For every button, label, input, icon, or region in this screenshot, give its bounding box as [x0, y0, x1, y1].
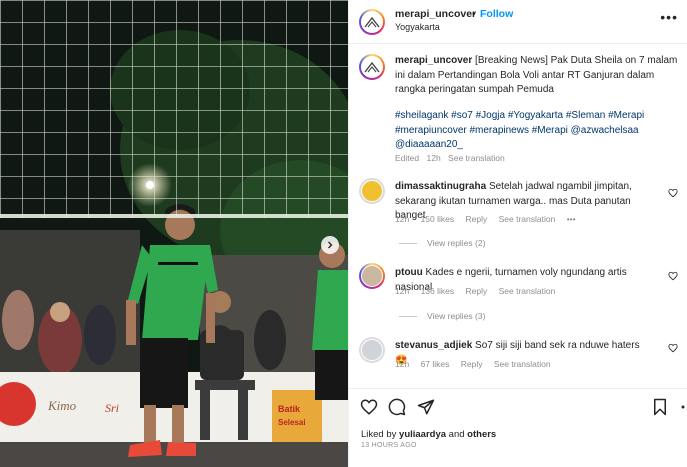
see-translation-link[interactable]: See translation: [448, 153, 505, 163]
heart-icon[interactable]: [360, 398, 378, 416]
carousel-next-button[interactable]: [321, 236, 339, 254]
avatar[interactable]: [359, 54, 385, 80]
share-icon[interactable]: [417, 398, 435, 416]
see-translation-link[interactable]: See translation: [499, 286, 556, 296]
banner-text: Kimo: [47, 398, 77, 413]
banner-text: Sri: [105, 401, 119, 415]
comment-likes[interactable]: 67 likes: [421, 359, 450, 369]
post-time: 12h: [426, 153, 441, 163]
more-icon[interactable]: [678, 398, 687, 416]
comment-meta: 12h 136 likes Reply See translation: [395, 286, 564, 296]
comment-likes[interactable]: 150 likes: [421, 214, 455, 224]
comment-time: 12h: [395, 286, 410, 296]
post-timestamp[interactable]: 13 HOURS AGO: [361, 442, 417, 449]
mountain-logo-icon: [364, 16, 380, 28]
heart-icon[interactable]: [668, 343, 678, 353]
post-media[interactable]: Kimo Sri Batik Selesai: [0, 0, 348, 467]
comment-username[interactable]: stevanus_adjiek: [395, 340, 472, 351]
more-options-button[interactable]: •••: [660, 9, 678, 25]
comment-time: 12h: [395, 359, 410, 369]
avatar-image: [361, 180, 383, 202]
banner-text: Selesai: [278, 418, 306, 427]
reply-thread-line: [399, 243, 417, 245]
heart-icon[interactable]: [668, 188, 678, 198]
comment-meta: 12h 150 likes Reply See translation •••: [395, 214, 585, 224]
post-header: merapi_uncover • Follow Yogyakarta •••: [349, 0, 687, 44]
post-username[interactable]: merapi_uncover: [395, 8, 476, 20]
post-actions: Liked by yuliaardya and others 13 HOURS …: [349, 388, 687, 467]
liked-by[interactable]: Liked by yuliaardya and others: [361, 429, 496, 440]
comment-likes[interactable]: 136 likes: [421, 286, 455, 296]
post-meta: Edited 12h See translation: [395, 153, 510, 163]
caption-hashtags[interactable]: #sheilagank #so7 #Jogja #Yogyakarta #Sle…: [395, 109, 681, 153]
avatar[interactable]: [359, 178, 385, 204]
comment-body: So7 siji siji band sek ra nduwe haters: [475, 340, 640, 351]
follow-button[interactable]: Follow: [480, 8, 513, 20]
comment-time: 12h: [395, 214, 410, 224]
avatar[interactable]: [359, 263, 385, 289]
see-translation-link[interactable]: See translation: [499, 214, 556, 224]
reply-button[interactable]: Reply: [466, 286, 488, 296]
post-panel: merapi_uncover • Follow Yogyakarta ••• m…: [348, 0, 687, 467]
bookmark-icon[interactable]: [652, 398, 668, 416]
liked-by-user[interactable]: yuliaardya: [399, 429, 446, 440]
view-replies-button[interactable]: View replies (3): [399, 311, 485, 321]
comment-more-button[interactable]: •••: [567, 214, 576, 224]
edited-label: Edited: [395, 153, 420, 163]
separator-dot: •: [472, 8, 476, 20]
avatar[interactable]: [359, 337, 385, 363]
heart-icon[interactable]: [668, 271, 678, 281]
avatar-image: [361, 339, 383, 361]
liked-by-others[interactable]: others: [467, 429, 496, 440]
view-replies-label: View replies (2): [427, 238, 486, 248]
comment-meta: 12h 67 likes Reply See translation: [395, 359, 560, 369]
avatar-image: [361, 11, 383, 33]
banner-text: Batik: [278, 404, 301, 414]
view-replies-button[interactable]: View replies (2): [399, 238, 485, 248]
comment-username[interactable]: ptouu: [395, 267, 423, 278]
see-translation-link[interactable]: See translation: [494, 359, 551, 369]
comment-username[interactable]: dimassaktinugraha: [395, 181, 486, 192]
caption-username[interactable]: merapi_uncover: [395, 55, 472, 66]
avatar[interactable]: [359, 9, 385, 35]
chevron-right-icon: [328, 241, 333, 249]
liked-by-suffix: and: [448, 429, 465, 440]
reply-thread-line: [399, 316, 417, 318]
avatar-image: [361, 265, 383, 287]
comment-icon[interactable]: [388, 398, 406, 416]
post-photo: Kimo Sri Batik Selesai: [0, 0, 348, 467]
view-replies-label: View replies (3): [427, 311, 486, 321]
reply-button[interactable]: Reply: [466, 214, 488, 224]
post-location[interactable]: Yogyakarta: [395, 22, 440, 32]
mountain-logo-icon: [364, 61, 380, 73]
liked-by-prefix: Liked by: [361, 429, 397, 440]
reply-button[interactable]: Reply: [461, 359, 483, 369]
avatar-image: [361, 56, 383, 78]
post-caption: merapi_uncover [Breaking News] Pak Duta …: [395, 54, 681, 98]
